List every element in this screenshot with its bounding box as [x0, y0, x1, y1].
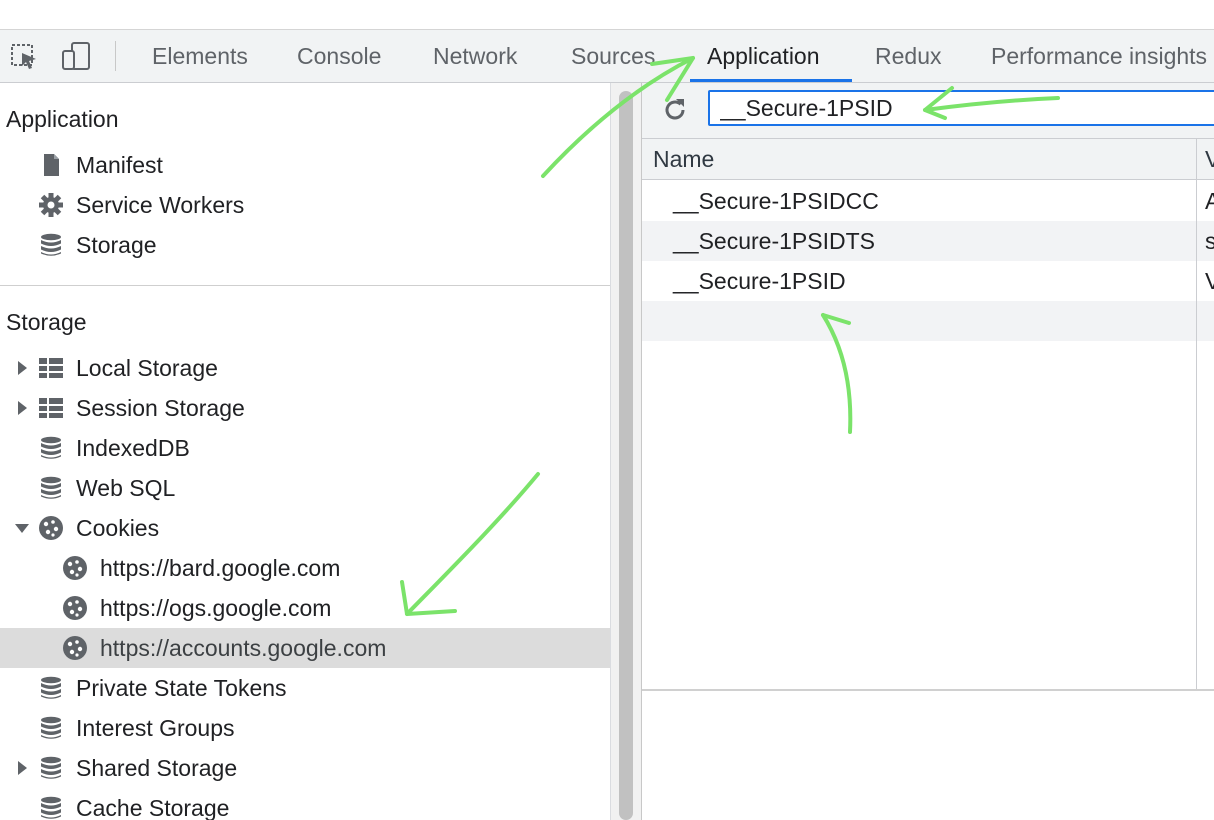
- tab-sources[interactable]: Sources: [571, 30, 655, 82]
- sidebar-item-label: https://ogs.google.com: [100, 595, 332, 621]
- sidebar-item-label: Manifest: [76, 152, 163, 178]
- sidebar-item-accounts-google-com[interactable]: https://accounts.google.com: [0, 628, 610, 668]
- tab-elements[interactable]: Elements: [152, 30, 248, 82]
- tab-redux[interactable]: Redux: [875, 30, 941, 82]
- cookie-icon: [39, 516, 63, 540]
- column-separator[interactable]: [1196, 139, 1197, 689]
- table-row-empty: [642, 301, 1214, 341]
- sidebar-item-shared-storage[interactable]: Shared Storage: [0, 748, 610, 788]
- sidebar-item-bard-google-com[interactable]: https://bard.google.com: [0, 548, 610, 588]
- cookie-icon: [63, 556, 87, 580]
- gear-icon: [39, 193, 63, 217]
- tab-performance-insights[interactable]: Performance insights: [991, 30, 1207, 82]
- sidebar-item-indexeddb[interactable]: IndexedDB: [0, 428, 610, 468]
- expand-arrow-right-icon[interactable]: [15, 760, 29, 776]
- expand-arrow-right-icon[interactable]: [15, 360, 29, 376]
- table-icon: [39, 398, 63, 418]
- document-icon: [44, 154, 59, 176]
- sidebar-item-label: https://accounts.google.com: [100, 635, 387, 661]
- sidebar-item-web-sql[interactable]: Web SQL: [0, 468, 610, 508]
- sidebar-item-label: IndexedDB: [76, 435, 190, 461]
- column-header-value[interactable]: V: [1205, 146, 1214, 173]
- sidebar-item-label: Session Storage: [76, 395, 245, 421]
- cookie-value-cell: A: [1205, 188, 1214, 214]
- database-icon: [41, 716, 61, 739]
- sidebar-item-cookies[interactable]: Cookies: [0, 508, 610, 548]
- cookie-name-cell: __Secure-1PSIDCC: [673, 188, 879, 214]
- cookie-icon: [63, 596, 87, 620]
- database-icon: [41, 436, 61, 459]
- sidebar-item-label: Local Storage: [76, 355, 218, 381]
- toolbar-separator: [115, 41, 116, 71]
- application-sidebar: Application Manifest Service Workers Stora…: [0, 83, 610, 820]
- sidebar-item-label: Cache Storage: [76, 795, 230, 820]
- window-top-area: [0, 0, 1214, 30]
- table-header: Name V: [642, 139, 1214, 180]
- tab-console[interactable]: Console: [297, 30, 381, 82]
- sidebar-item-label: Private State Tokens: [76, 675, 287, 701]
- sidebar-item-label: Web SQL: [76, 475, 176, 501]
- scrollbar-thumb[interactable]: [619, 91, 633, 820]
- sidebar-item-label: Shared Storage: [76, 755, 238, 781]
- sidebar-item-private-state-tokens[interactable]: Private State Tokens: [0, 668, 610, 708]
- cookies-table: Name V __Secure-1PSIDCC A __Secure-1PSIDTS…: [642, 139, 1214, 691]
- inspect-element-icon[interactable]: [8, 40, 40, 72]
- cookies-toolbar: [642, 83, 1214, 139]
- tab-application[interactable]: Application: [707, 30, 820, 82]
- sidebar-item-label: Service Workers: [76, 192, 245, 218]
- section-title-application: Application: [6, 106, 119, 132]
- cookie-name-cell: __Secure-1PSIDTS: [673, 228, 875, 254]
- column-header-name[interactable]: Name: [653, 146, 714, 173]
- cookie-icon: [63, 636, 87, 660]
- cookies-panel: Name V __Secure-1PSIDCC A __Secure-1PSIDTS…: [641, 83, 1214, 820]
- device-toolbar-icon[interactable]: [60, 40, 92, 72]
- refresh-icon[interactable]: [660, 95, 690, 125]
- active-tab-indicator: [690, 79, 852, 82]
- cookie-filter-input[interactable]: [708, 90, 1214, 126]
- table-icon: [39, 358, 63, 378]
- section-divider: [0, 285, 610, 286]
- sidebar-scrollbar[interactable]: [610, 83, 641, 820]
- database-icon: [41, 796, 61, 819]
- sidebar-item-local-storage[interactable]: Local Storage: [0, 348, 610, 388]
- sidebar-item-interest-groups[interactable]: Interest Groups: [0, 708, 610, 748]
- sidebar-item-storage[interactable]: Storage: [0, 225, 610, 265]
- section-title-storage: Storage: [6, 309, 87, 335]
- sidebar-item-service-workers[interactable]: Service Workers: [0, 185, 610, 225]
- table-row[interactable]: __Secure-1PSID V: [642, 261, 1214, 301]
- sidebar-item-ogs-google-com[interactable]: https://ogs.google.com: [0, 588, 610, 628]
- sidebar-item-label: Interest Groups: [76, 715, 235, 741]
- sidebar-item-label: Cookies: [76, 515, 160, 541]
- sidebar-item-cache-storage[interactable]: Cache Storage: [0, 788, 610, 820]
- sidebar-item-session-storage[interactable]: Session Storage: [0, 388, 610, 428]
- tab-network[interactable]: Network: [433, 30, 517, 82]
- table-row[interactable]: __Secure-1PSIDCC A: [642, 181, 1214, 221]
- sidebar-item-label: Storage: [76, 232, 157, 258]
- expand-arrow-right-icon[interactable]: [15, 400, 29, 416]
- database-icon: [41, 476, 61, 499]
- sidebar-item-manifest[interactable]: Manifest: [0, 145, 610, 185]
- cookie-value-cell: V: [1205, 268, 1214, 294]
- cookie-name-cell: __Secure-1PSID: [673, 268, 846, 294]
- database-icon: [41, 233, 61, 256]
- sidebar-item-label: https://bard.google.com: [100, 555, 341, 581]
- database-icon: [41, 756, 61, 779]
- cookie-value-cell: s: [1205, 228, 1214, 254]
- table-row[interactable]: __Secure-1PSIDTS s: [642, 221, 1214, 261]
- database-icon: [41, 676, 61, 699]
- expand-arrow-down-icon[interactable]: [15, 520, 29, 536]
- devtools-tab-bar: Elements Console Network Sources Application…: [0, 30, 1214, 83]
